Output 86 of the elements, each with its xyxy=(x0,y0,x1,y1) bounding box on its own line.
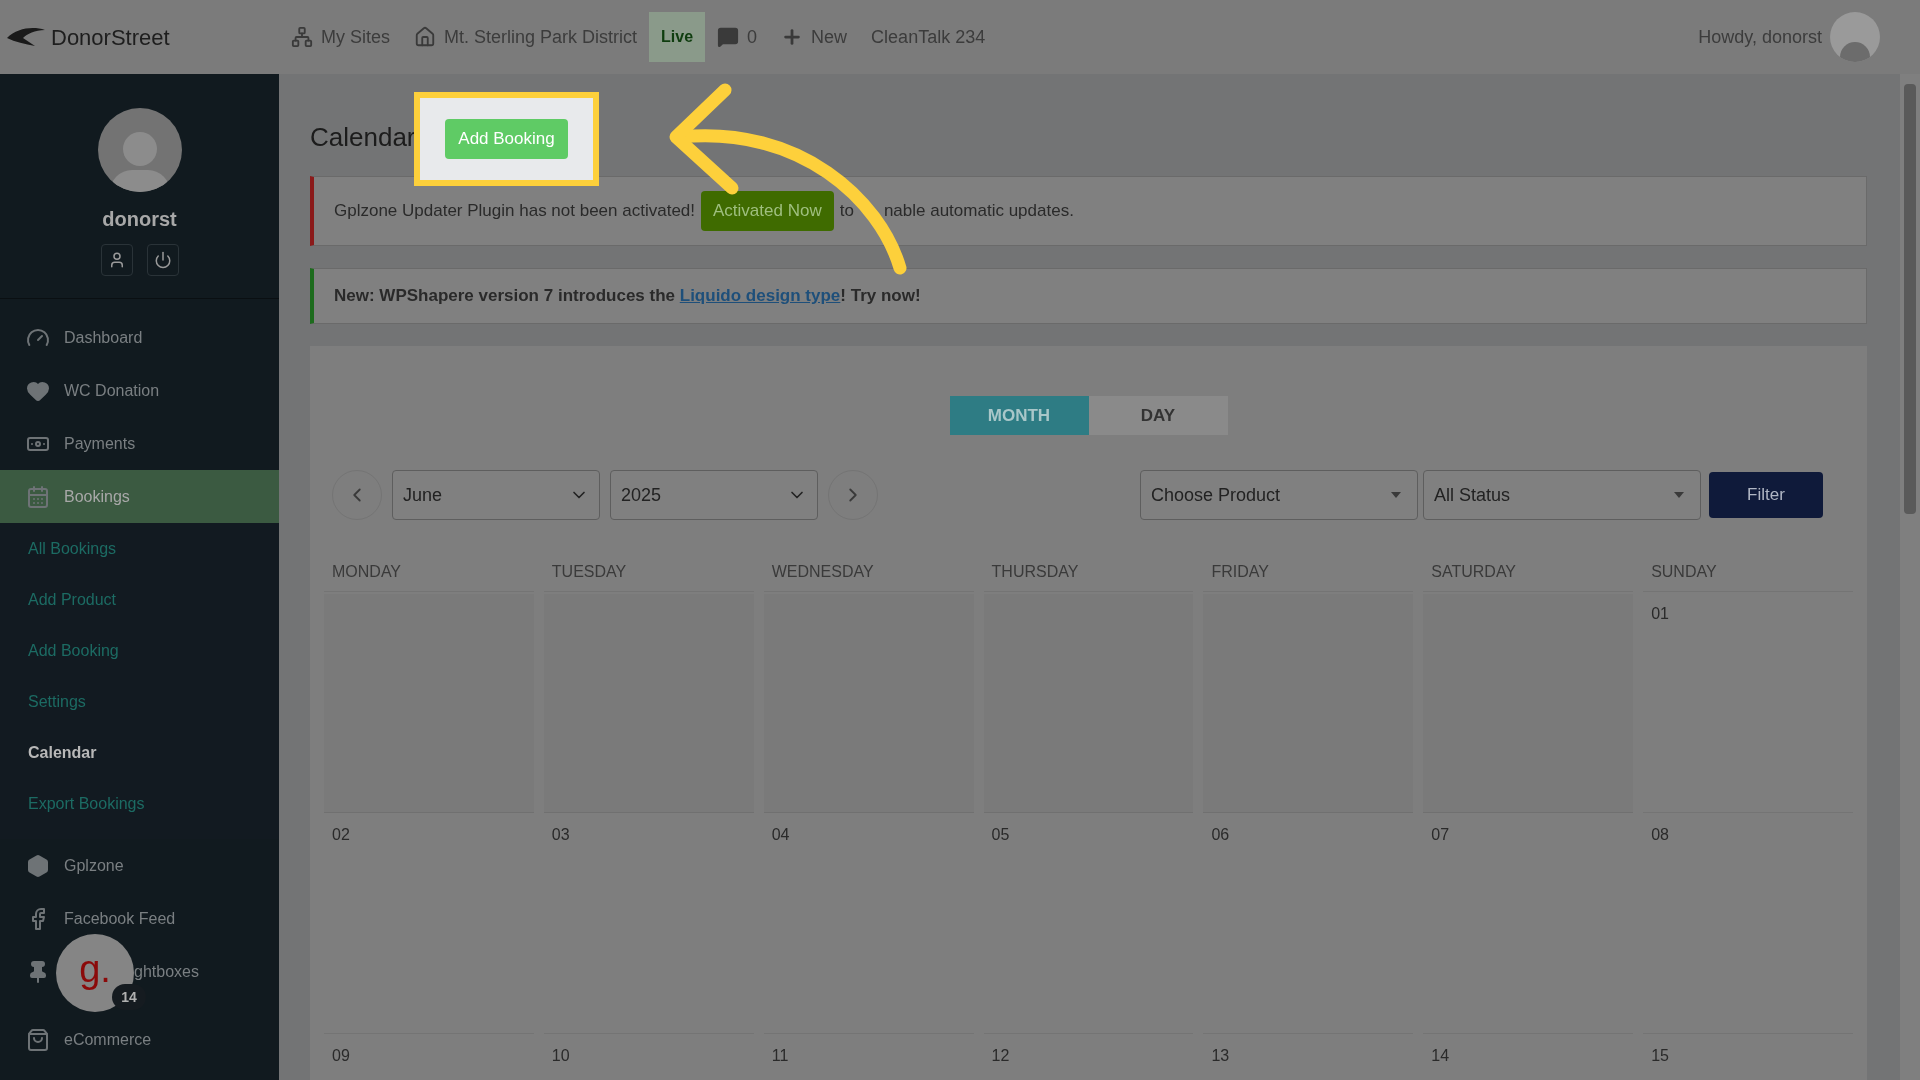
submenu-item[interactable]: All Bookings xyxy=(0,523,279,574)
day-cell[interactable]: 14 xyxy=(1423,1036,1634,1080)
weekday-header: MONDAY xyxy=(332,563,402,580)
product-select[interactable]: Choose Product xyxy=(1140,470,1418,520)
day-number: 15 xyxy=(1651,1047,1669,1064)
day-number: 03 xyxy=(551,826,570,843)
sidebar-item[interactable]: Gplzone xyxy=(26,850,124,881)
day-cell[interactable]: 11 xyxy=(763,1036,974,1080)
day-number: 14 xyxy=(1431,1047,1450,1064)
notice-text: New: WPShapere version 7 introduces the Liquido design type! Try now! xyxy=(334,285,921,308)
logout-button[interactable] xyxy=(146,244,179,276)
day-number: 05 xyxy=(991,826,1010,843)
status-select[interactable]: All Status xyxy=(1423,470,1701,520)
network-icon xyxy=(291,26,313,48)
submenu-item[interactable]: Calendar xyxy=(0,727,279,778)
submenu-item[interactable]: Add Booking xyxy=(0,625,279,676)
day-cell[interactable]: 12 xyxy=(983,1036,1194,1080)
weekday-header: SATURDAY xyxy=(1431,563,1517,580)
day-cell[interactable]: 03 xyxy=(543,815,754,1034)
toolbar-link[interactable]: 0 xyxy=(705,12,770,62)
day-cell[interactable]: 15 xyxy=(1643,1036,1853,1080)
notice-text: to xyxy=(839,200,854,223)
toolbar-link[interactable]: New xyxy=(769,12,860,62)
toolbar-link[interactable]: My Sites xyxy=(279,12,402,62)
day-cell[interactable]: 10 xyxy=(543,1036,754,1080)
view-tab[interactable]: MONTH xyxy=(949,396,1089,435)
day-number: 11 xyxy=(771,1047,789,1064)
house-icon xyxy=(414,26,436,48)
notice-text: Gplzone Updater Plugin has not been activated! xyxy=(334,200,696,223)
submenu-item[interactable]: Settings xyxy=(0,676,279,727)
submenu-item[interactable]: Add Product xyxy=(0,574,279,625)
speech-bubble-icon xyxy=(717,26,740,48)
caret-icon xyxy=(1391,492,1401,498)
day-cell[interactable]: 07 xyxy=(1423,815,1634,1034)
weekday-header: WEDNESDAY xyxy=(771,563,874,580)
day-number: 06 xyxy=(1211,826,1230,843)
view-tab[interactable]: DAY xyxy=(1088,396,1228,435)
notification-badge: 14 xyxy=(112,984,146,1010)
toolbar-link[interactable]: CleanTalk 234 xyxy=(859,12,998,62)
toolbar-link[interactable]: Live xyxy=(649,12,706,62)
user-name: donorst xyxy=(102,207,177,232)
sidebar-item[interactable]: eCommerce xyxy=(26,1024,152,1055)
weekday-header: SUNDAY xyxy=(1651,563,1717,580)
activate-button[interactable]: Activated Now xyxy=(701,191,834,231)
day-cell[interactable]: 05 xyxy=(983,815,1194,1034)
page-title: Calendar xyxy=(310,120,416,154)
design-link[interactable]: Liquido design type xyxy=(679,286,841,306)
day-cell[interactable]: 01 xyxy=(1643,594,1853,813)
day-cell[interactable]: 02 xyxy=(324,815,534,1034)
shopping-bag-icon xyxy=(26,1027,50,1052)
day-number: 04 xyxy=(771,826,790,843)
day-cell[interactable]: 06 xyxy=(1203,815,1414,1034)
sidebar-item[interactable]: WC Donation xyxy=(26,375,160,406)
caret-icon xyxy=(1674,492,1684,498)
day-cell[interactable]: 13 xyxy=(1203,1036,1414,1080)
greeting-text[interactable]: Howdy, donorst xyxy=(1698,23,1822,51)
toolbar-link[interactable]: Mt. Sterling Park District xyxy=(402,12,650,62)
hexagon-icon xyxy=(26,853,50,878)
sidebar-item[interactable]: Dashboard xyxy=(26,322,143,353)
submenu-item[interactable]: Export Bookings xyxy=(0,778,279,829)
notice-text: nable automatic updates. xyxy=(883,200,1074,223)
day-number: 10 xyxy=(551,1047,570,1064)
sidebar-item[interactable]: Facebook Feed xyxy=(26,903,176,934)
day-number: 01 xyxy=(1651,605,1669,622)
day-number: 07 xyxy=(1431,826,1450,843)
day-cell[interactable]: 08 xyxy=(1643,815,1853,1034)
weekday-header: THURSDAY xyxy=(991,563,1079,580)
sidebar-item[interactable]: Payments xyxy=(26,428,136,459)
day-number: 09 xyxy=(332,1047,350,1064)
filter-button[interactable]: Filter xyxy=(1709,472,1823,518)
add-booking-button[interactable]: Add Booking xyxy=(445,119,568,159)
day-number: 12 xyxy=(991,1047,1010,1064)
calendar-icon xyxy=(26,484,50,509)
power-icon xyxy=(153,251,172,269)
day-number: 02 xyxy=(332,826,350,843)
day-cell[interactable]: 04 xyxy=(763,815,974,1034)
sidebar-item[interactable]: ghtboxes xyxy=(134,959,199,984)
year-select[interactable]: 2025 xyxy=(610,470,818,520)
profile-button[interactable] xyxy=(100,244,133,276)
day-cell[interactable]: 09 xyxy=(324,1036,534,1080)
month-select[interactable]: June xyxy=(392,470,600,520)
day-number: 13 xyxy=(1211,1047,1230,1064)
weekday-header: FRIDAY xyxy=(1211,563,1269,580)
day-number: 08 xyxy=(1651,826,1669,843)
weekday-header: TUESDAY xyxy=(551,563,627,580)
logo-text: DonorStreet xyxy=(51,23,170,52)
